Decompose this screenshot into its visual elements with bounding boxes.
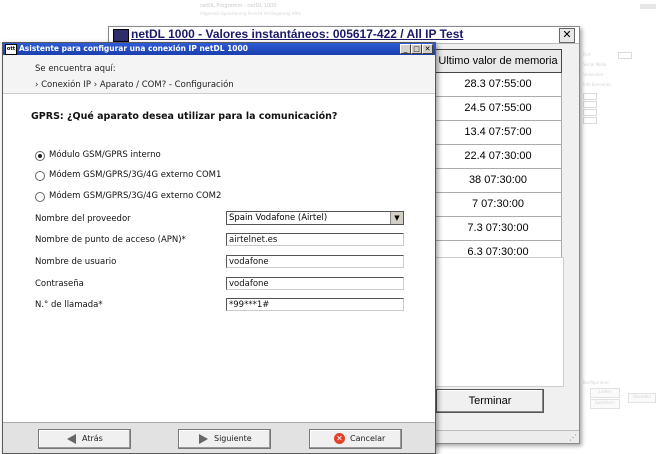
background-side-label: Port — [583, 52, 591, 57]
background-combo — [583, 109, 597, 116]
terminate-button[interactable]: Terminar — [436, 389, 544, 413]
background-combo — [618, 52, 632, 59]
password-input[interactable]: vodafone — [226, 277, 404, 290]
cancel-icon: ✕ — [334, 433, 345, 444]
values-table-empty-area — [434, 257, 564, 387]
minimize-icon[interactable]: _ — [400, 44, 411, 54]
provider-selected-value: Spain Vodafone (Airtel) — [229, 213, 328, 223]
column-header-last-memory-value[interactable]: Ultimo valor de memoria — [434, 49, 562, 73]
table-row: 22.4 07:30:00 — [434, 145, 562, 169]
location-label: Se encuentra aquí: — [35, 64, 116, 74]
background-side-label: Info Elemente — [583, 82, 611, 87]
arrow-left-icon — [67, 434, 76, 444]
background-side-label: Verbinden — [583, 72, 604, 77]
background-side-label: Konfigurieren — [583, 380, 610, 385]
radio-label: Módulo GSM/GPRS interno — [49, 150, 161, 160]
back-button[interactable]: Atrás — [38, 429, 131, 449]
values-window-title: netDL 1000 - Valores instantáneos: 00561… — [131, 27, 464, 41]
apn-input[interactable]: airtelnet.es — [226, 233, 404, 246]
provider-select[interactable]: Spain Vodafone (Airtel) ▼ — [226, 211, 404, 225]
maximize-icon[interactable]: □ — [411, 44, 422, 54]
wizard-location-header: Se encuentra aquí: › Conexión IP › Apara… — [3, 55, 435, 94]
breadcrumb: › Conexión IP › Aparato / COM? - Configu… — [35, 80, 234, 90]
cancel-button[interactable]: ✕ Cancelar — [309, 429, 402, 449]
provider-label: Nombre del proveedor — [35, 214, 131, 224]
radio-label: Módem GSM/GPRS/3G/4G externo COM1 — [49, 170, 222, 180]
background-exit-button: Beenden — [628, 393, 656, 403]
ott-logo-icon: ott — [5, 44, 17, 55]
app-logo-icon — [113, 29, 129, 42]
password-label: Contraseña — [35, 279, 84, 289]
background-load-button: Laden — [590, 388, 620, 398]
background-save-button: Speichern — [590, 399, 620, 409]
cancel-button-label: Cancelar — [350, 434, 386, 443]
background-combo — [583, 93, 597, 100]
values-table: Ultimo valor de memoria 28.3 07:55:00 24… — [434, 49, 562, 265]
resize-grip-icon[interactable]: ⋰ — [569, 433, 577, 442]
background-app-menu: Allgemein Speicherung Ansicht Verlängeru… — [200, 11, 301, 16]
username-label: Nombre de usuario — [35, 257, 117, 267]
page-title: GPRS: ¿Qué aparato desea utilizar para l… — [31, 111, 338, 122]
arrow-right-icon — [199, 434, 208, 444]
ip-connection-wizard-dialog: ott Asistente para configurar una conexi… — [2, 42, 436, 454]
table-row: 28.3 07:55:00 — [434, 73, 562, 97]
background-window-controls — [640, 4, 656, 9]
next-button[interactable]: Siguiente — [178, 429, 271, 449]
dial-number-label: N.° de llamada* — [35, 300, 103, 310]
radio-label: Módem GSM/GPRS/3G/4G externo COM2 — [49, 191, 222, 201]
radio-unchecked-icon[interactable] — [35, 192, 45, 202]
background-app-title: netDL Programm - netDL 1000 — [200, 3, 277, 9]
background-side-panel: Port Serial Mode Verbinden Info Elemente… — [577, 40, 658, 420]
wizard-titlebar[interactable]: ott Asistente para configurar una conexi… — [3, 43, 435, 55]
wizard-button-bar: Atrás Siguiente ✕ Cancelar — [3, 422, 435, 453]
username-input[interactable]: vodafone — [226, 255, 404, 268]
background-side-label: Serial Mode — [583, 62, 607, 67]
close-icon[interactable]: ✕ — [559, 28, 575, 43]
table-row: 7 07:30:00 — [434, 193, 562, 217]
radio-checked-icon[interactable] — [35, 151, 45, 161]
apn-label: Nombre de punto de acceso (APN)* — [35, 235, 186, 245]
table-row: 24.5 07:55:00 — [434, 97, 562, 121]
table-row: 13.4 07:57:00 — [434, 121, 562, 145]
background-combo — [583, 117, 597, 124]
table-row: 38 07:30:00 — [434, 169, 562, 193]
dial-number-input[interactable]: *99***1# — [226, 298, 404, 311]
back-button-label: Atrás — [82, 434, 103, 443]
table-row: 7.3 07:30:00 — [434, 217, 562, 241]
wizard-title: Asistente para configurar una conexión I… — [19, 44, 248, 53]
next-button-label: Siguiente — [214, 434, 252, 443]
radio-unchecked-icon[interactable] — [35, 171, 45, 181]
close-icon[interactable]: ✕ — [422, 44, 433, 54]
background-combo — [583, 101, 597, 108]
chevron-down-icon[interactable]: ▼ — [390, 212, 403, 224]
